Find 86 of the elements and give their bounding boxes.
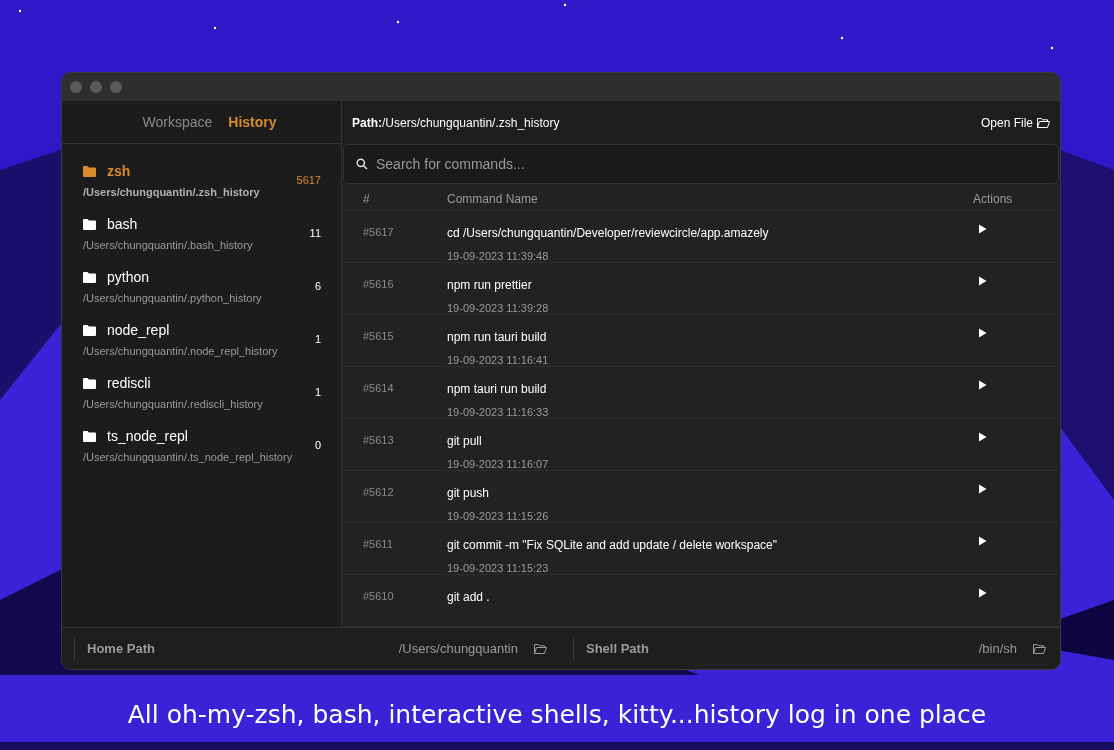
- timestamp: 19-09-2023 11:15:26: [447, 509, 550, 524]
- shell-path: /Users/chungquantin/.ts_node_repl_history: [83, 449, 293, 465]
- timestamp: 19-09-2023 11:16:41: [447, 353, 550, 368]
- table-row[interactable]: #5617 cd /Users/chungquantin/Developer/reviewcircle/app.amazely 19-09-2023 11:39:48: [344, 211, 1058, 263]
- row-number: #5615: [362, 329, 395, 344]
- folder-icon: [83, 377, 96, 389]
- folder-icon: [83, 430, 96, 442]
- command-text: npm run tauri build: [447, 329, 548, 346]
- shell-path: /Users/chungquantin/.rediscli_history: [83, 396, 263, 412]
- shell-item[interactable]: ts_node_repl /Users/chungquantin/.ts_node_repl_history 0: [62, 419, 341, 472]
- command-text: git pull: [447, 433, 483, 450]
- count-label: 0: [314, 438, 321, 454]
- search-field[interactable]: Search for commands...: [343, 144, 1059, 184]
- row-number: #5613: [362, 433, 395, 448]
- count-label: 6: [314, 279, 321, 295]
- row-number: #5616: [362, 277, 395, 292]
- column-header: #: [362, 191, 371, 208]
- folder-icon: [1037, 117, 1050, 128]
- path-value: /Users/chungquantin: [398, 639, 518, 658]
- play-icon[interactable]: [978, 432, 987, 442]
- table-row[interactable]: #5615 npm run tauri build 19-09-2023 11:16:41: [344, 315, 1058, 367]
- row-number: #5612: [362, 485, 395, 500]
- folder-icon: [83, 271, 96, 283]
- command-text: cd /Users/chungquantin/Developer/reviewcircle/app.amazely: [447, 225, 770, 242]
- shell-name: ts_node_repl: [107, 426, 188, 446]
- open-file-button[interactable]: Open File: [980, 113, 1050, 132]
- command-text: git commit -m "Fix SQLite and add update / delete workspace": [447, 537, 778, 554]
- shell-path: /Users/chungquantin/.bash_history: [83, 237, 253, 253]
- play-icon[interactable]: [978, 484, 987, 494]
- folder-icon[interactable]: [534, 643, 547, 654]
- count-label: 1: [314, 385, 321, 401]
- command-text: git push: [447, 485, 491, 502]
- shell-name: node_repl: [107, 320, 170, 340]
- table-row[interactable]: #5612 git push 19-09-2023 11:15:26: [344, 471, 1058, 523]
- shell-path: /Users/chungquantin/.zsh_history: [83, 184, 260, 200]
- row-number: #5611: [362, 537, 394, 552]
- shell-name: python: [107, 267, 150, 287]
- folder-icon: [83, 324, 96, 336]
- row-number: #5614: [362, 381, 395, 396]
- play-icon[interactable]: [978, 328, 987, 338]
- play-icon[interactable]: [978, 380, 987, 390]
- caption: All oh-my-zsh, bash, interactive shells, kitty...history log in one place: [126, 699, 988, 731]
- play-icon[interactable]: [978, 536, 987, 546]
- shell-item[interactable]: zsh /Users/chungquantin/.zsh_history 5617: [62, 154, 341, 207]
- table-row[interactable]: #5613 git pull 19-09-2023 11:16:07: [344, 419, 1058, 471]
- table-row[interactable]: #5611 git commit -m "Fix SQLite and add update / delete workspace" 19-09-2023 11:15:23: [344, 523, 1058, 575]
- row-number: #5610: [362, 589, 395, 604]
- shell-item[interactable]: rediscli /Users/chungquantin/.rediscli_history 1: [62, 366, 341, 419]
- shell-name: zsh: [107, 161, 131, 181]
- command-text: npm tauri run build: [447, 381, 548, 398]
- column-header: Actions: [973, 191, 1014, 208]
- timestamp: 19-09-2023 11:16:07: [447, 457, 550, 472]
- folder-icon: [83, 218, 96, 230]
- count-label: 11: [309, 226, 321, 242]
- shell-name: rediscli: [107, 373, 151, 393]
- shell-name: bash: [107, 214, 138, 234]
- shell-path: /Users/chungquantin/.node_repl_history: [83, 343, 278, 359]
- command-text: git add .: [447, 589, 491, 606]
- timestamp: 19-09-2023 11:15:23: [447, 561, 550, 576]
- search-icon: [356, 158, 368, 170]
- count-label: 5617: [296, 173, 321, 189]
- shell-item[interactable]: bash /Users/chungquantin/.bash_history 11: [62, 207, 341, 260]
- path-value: /bin/sh: [978, 639, 1017, 658]
- sidebar-tab[interactable]: History: [228, 111, 277, 133]
- timestamp: 19-09-2023 11:39:28: [447, 301, 550, 316]
- search-input[interactable]: Search for commands...: [376, 153, 1046, 175]
- sidebar-tab[interactable]: Workspace: [142, 111, 213, 133]
- play-icon[interactable]: [978, 224, 987, 234]
- footer-label: Shell Path: [586, 639, 649, 658]
- shell-path: /Users/chungquantin/.python_history: [83, 290, 262, 306]
- play-icon[interactable]: [978, 276, 987, 286]
- timestamp: 19-09-2023 11:16:33: [447, 405, 550, 420]
- table-row[interactable]: #5614 npm tauri run build 19-09-2023 11:16:33: [344, 367, 1058, 419]
- footer-label: Home Path: [87, 639, 155, 658]
- folder-icon[interactable]: [1033, 643, 1046, 654]
- count-label: 1: [314, 332, 321, 348]
- column-header: Command Name: [447, 191, 539, 208]
- folder-icon: [83, 165, 96, 177]
- shell-item[interactable]: node_repl /Users/chungquantin/.node_repl_history 1: [62, 313, 341, 366]
- shell-item[interactable]: python /Users/chungquantin/.python_history 6: [62, 260, 341, 313]
- path-label: Path:/Users/chungquantin/.zsh_history: [352, 114, 560, 132]
- row-number: #5617: [362, 225, 395, 240]
- command-text: npm run prettier: [447, 277, 533, 294]
- timestamp: 19-09-2023 11:39:48: [447, 249, 550, 264]
- play-icon[interactable]: [978, 588, 987, 598]
- table-row[interactable]: #5616 npm run prettier 19-09-2023 11:39:28: [344, 263, 1058, 315]
